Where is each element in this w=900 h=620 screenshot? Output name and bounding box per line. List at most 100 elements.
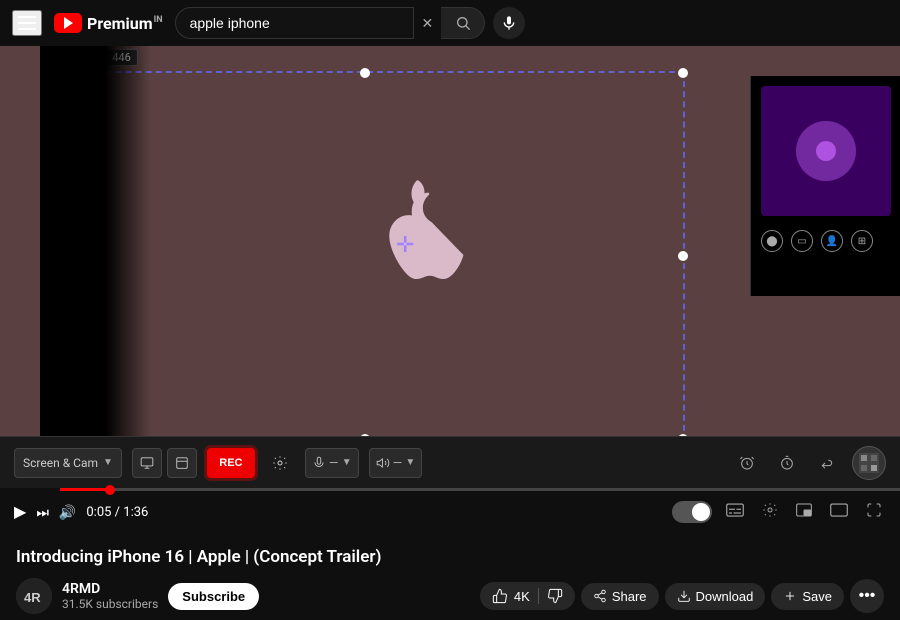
miniplayer-button[interactable] — [792, 499, 816, 526]
rec-label: REC — [219, 457, 242, 469]
like-dislike-button[interactable]: 4K — [480, 582, 575, 610]
share-label: Share — [612, 589, 647, 604]
cam-select-label: Screen & Cam — [23, 456, 98, 470]
save-label: Save — [802, 589, 832, 604]
mini-ctrl-rect[interactable]: ▭ — [791, 230, 813, 252]
rec-settings-btn[interactable] — [265, 448, 295, 478]
alarm-btn[interactable] — [732, 448, 762, 478]
settings-icon — [762, 502, 778, 518]
top-bar: PremiumIN ✕ — [0, 0, 900, 46]
logo-area: PremiumIN — [54, 13, 163, 33]
mini-preview — [761, 86, 891, 216]
play-button[interactable]: ▶ — [14, 502, 26, 522]
channel-row: 4R 4RMD 31.5K subscribers Subscribe 4K — [16, 578, 884, 614]
vol-level: ─ — [394, 456, 402, 469]
right-panel: ⬤ ▭ 👤 ⊞ — [750, 76, 900, 296]
subscribe-button[interactable]: Subscribe — [168, 583, 259, 610]
channel-avatar: 4R — [16, 578, 52, 614]
share-button[interactable]: Share — [581, 583, 659, 610]
yt-wordmark: PremiumIN — [87, 14, 163, 33]
timer-btn[interactable] — [772, 448, 802, 478]
fullscreen-button[interactable] — [862, 498, 886, 527]
time-display: 0:05 / 1:36 — [86, 505, 148, 520]
svg-text:4R: 4R — [24, 590, 41, 605]
premium-badge: IN — [154, 15, 163, 25]
vol-dropdown-arrow: ▼ — [405, 457, 415, 468]
vol-control-group[interactable]: ─ ▼ — [369, 448, 423, 478]
theater-button[interactable] — [826, 499, 852, 526]
channel-subscribers: 31.5K subscribers — [62, 597, 158, 611]
rec-user-avatar — [852, 446, 886, 480]
video-section: ⬤ ▭ 👤 ⊞ ✛ 822 🔒 446 — [0, 46, 900, 436]
window-icon — [175, 456, 189, 470]
more-button[interactable]: ••• — [850, 579, 884, 613]
channel-info: 4RMD 31.5K subscribers — [62, 581, 158, 611]
export-icon — [819, 455, 835, 471]
miniplayer-icon — [796, 503, 812, 517]
time-total: 1:36 — [123, 505, 148, 520]
mini-circle-graphic — [796, 121, 856, 181]
search-clear-button[interactable]: ✕ — [414, 15, 442, 32]
rec-window-btn[interactable] — [167, 448, 197, 478]
rec-screen-btn[interactable] — [132, 448, 162, 478]
toggle-knob — [692, 503, 710, 521]
cam-select-chevron-icon: ▼ — [103, 457, 113, 468]
save-icon — [783, 589, 797, 603]
volume-button[interactable]: 🔊 — [59, 504, 76, 521]
download-label: Download — [696, 589, 754, 604]
mic-button[interactable] — [493, 7, 525, 39]
more-dots: ••• — [859, 587, 876, 605]
channel-avatar-graphic: 4R — [16, 578, 52, 614]
timer-icon — [779, 455, 795, 471]
search-icon — [455, 15, 471, 31]
mic-control-icon — [312, 456, 326, 470]
mini-ctrl-grid[interactable]: ⊞ — [851, 230, 873, 252]
player-bar: ▶ ⏭ 🔊 0:05 / 1:36 — [0, 488, 900, 536]
move-cursor-icon: ✛ — [396, 233, 414, 258]
theater-icon — [830, 503, 848, 517]
download-icon — [677, 589, 691, 603]
export-btn[interactable] — [812, 448, 842, 478]
alarm-icon — [739, 455, 755, 471]
settings-button[interactable] — [758, 498, 782, 527]
share-icon — [593, 589, 607, 603]
mic-dropdown-arrow: ▼ — [342, 457, 352, 468]
youtube-logo: PremiumIN — [54, 13, 163, 33]
volume-icon — [376, 456, 390, 470]
menu-button[interactable] — [12, 10, 42, 36]
subtitles-button[interactable] — [722, 499, 748, 526]
mini-ctrl-person[interactable]: 👤 — [821, 230, 843, 252]
search-button[interactable] — [441, 7, 485, 39]
mic-icon — [501, 15, 517, 31]
time-current: 0:05 — [86, 505, 111, 520]
record-button[interactable]: REC — [207, 448, 255, 478]
progress-dot — [105, 485, 115, 495]
action-buttons: 4K Share — [480, 579, 884, 613]
subtitles-icon — [726, 503, 744, 517]
search-container: ✕ — [175, 7, 526, 39]
video-info: Introducing iPhone 16 | Apple | (Concept… — [0, 536, 900, 620]
channel-name: 4RMD — [62, 581, 158, 597]
fullscreen-icon — [866, 502, 882, 518]
mini-ctrl-circle[interactable]: ⬤ — [761, 230, 783, 252]
cam-select-dropdown[interactable]: Screen & Cam ▼ — [14, 448, 122, 478]
autoplay-toggle[interactable] — [672, 501, 712, 523]
screen-icon — [140, 456, 154, 470]
time-separator: / — [115, 505, 124, 520]
thumbs-up-icon — [492, 588, 508, 604]
mic-level: ─ — [330, 456, 338, 469]
search-input[interactable] — [190, 15, 399, 31]
gear-icon — [272, 455, 288, 471]
yt-icon — [54, 13, 82, 33]
thumbs-down-icon — [547, 588, 563, 604]
yt-play-icon — [64, 17, 73, 29]
download-button[interactable]: Download — [665, 583, 766, 610]
next-button[interactable]: ⏭ — [36, 504, 49, 521]
like-divider — [538, 588, 539, 604]
save-button[interactable]: Save — [771, 583, 844, 610]
mini-controls: ⬤ ▭ 👤 ⊞ — [751, 226, 900, 256]
rec-settings-group — [265, 448, 295, 478]
mic-control-group[interactable]: ─ ▼ — [305, 448, 359, 478]
like-count: 4K — [514, 589, 530, 604]
video-background: ⬤ ▭ 👤 ⊞ ✛ 822 🔒 446 — [0, 46, 900, 436]
